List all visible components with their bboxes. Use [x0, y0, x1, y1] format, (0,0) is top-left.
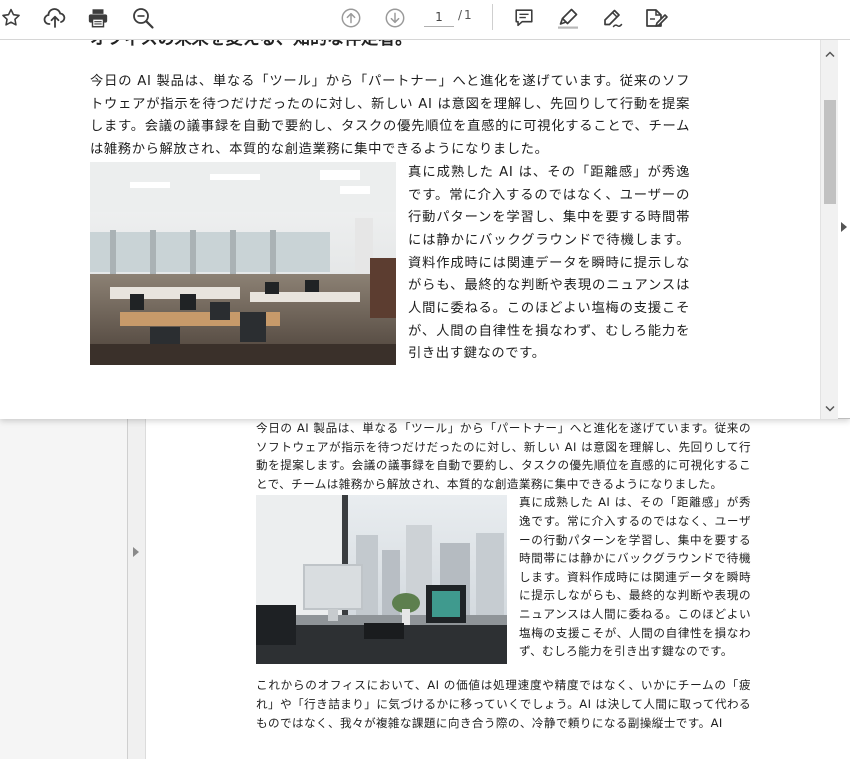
pen-icon[interactable]	[597, 4, 627, 32]
pdf-viewer-window[interactable]: / 1 オフィスの未来を変える、知的な伴走者。 今日の AI 製品は、単なる「ツ…	[0, 0, 850, 419]
desk-computer-photo	[256, 495, 507, 665]
page-separator: /	[458, 8, 463, 22]
side-panel-gutter[interactable]	[128, 419, 146, 759]
collapse-panel-arrow-icon[interactable]	[841, 222, 847, 232]
scroll-up-arrow-icon[interactable]	[821, 46, 839, 62]
background-document-body: 今日の AI 製品は、単なる「ツール」から「パートナー」へと進化を遂げています。…	[256, 419, 751, 732]
background-viewer-window[interactable]: 今日の AI 製品は、単なる「ツール」から「パートナー」へと進化を遂げています。…	[127, 419, 850, 759]
scroll-down-arrow-icon[interactable]	[821, 401, 839, 417]
toolbar-divider	[492, 4, 493, 30]
document-heading: オフィスの未来を変える、知的な伴走者。	[90, 40, 690, 51]
document-paragraph-1: 今日の AI 製品は、単なる「ツール」から「パートナー」へと進化を遂げています。…	[90, 74, 690, 158]
signature-icon[interactable]	[641, 4, 671, 32]
highlighter-icon[interactable]	[553, 4, 583, 32]
background-document-page: 今日の AI 製品は、単なる「ツール」から「パートナー」へと進化を遂げています。…	[146, 419, 850, 759]
printer-icon[interactable]	[83, 4, 113, 32]
arrow-up-circle-icon[interactable]	[336, 4, 366, 32]
vertical-scrollbar[interactable]	[820, 40, 838, 419]
search-icon[interactable]	[128, 4, 158, 32]
pdf-toolbar: / 1	[0, 0, 850, 40]
comment-icon[interactable]	[509, 4, 539, 32]
cloud-upload-icon[interactable]	[40, 4, 70, 32]
document-body: オフィスの未来を変える、知的な伴走者。 今日の AI 製品は、単なる「ツール」か…	[90, 40, 690, 366]
open-office-photo	[90, 161, 396, 365]
star-icon[interactable]	[0, 4, 26, 32]
background-paragraph-3: これからのオフィスにおいて、AI の価値は処理速度や精度ではなく、いかにチームの…	[256, 678, 751, 730]
document-viewport[interactable]: オフィスの未来を変える、知的な伴走者。 今日の AI 製品は、単なる「ツール」か…	[0, 40, 820, 419]
background-paragraph-1: 今日の AI 製品は、単なる「ツール」から「パートナー」へと進化を遂げています。…	[256, 421, 751, 491]
expand-panel-arrow-icon[interactable]	[133, 547, 139, 557]
arrow-down-circle-icon[interactable]	[380, 4, 410, 32]
page-total: 1	[464, 8, 472, 22]
page-number-input[interactable]	[424, 7, 454, 27]
scrollbar-thumb[interactable]	[824, 100, 836, 204]
